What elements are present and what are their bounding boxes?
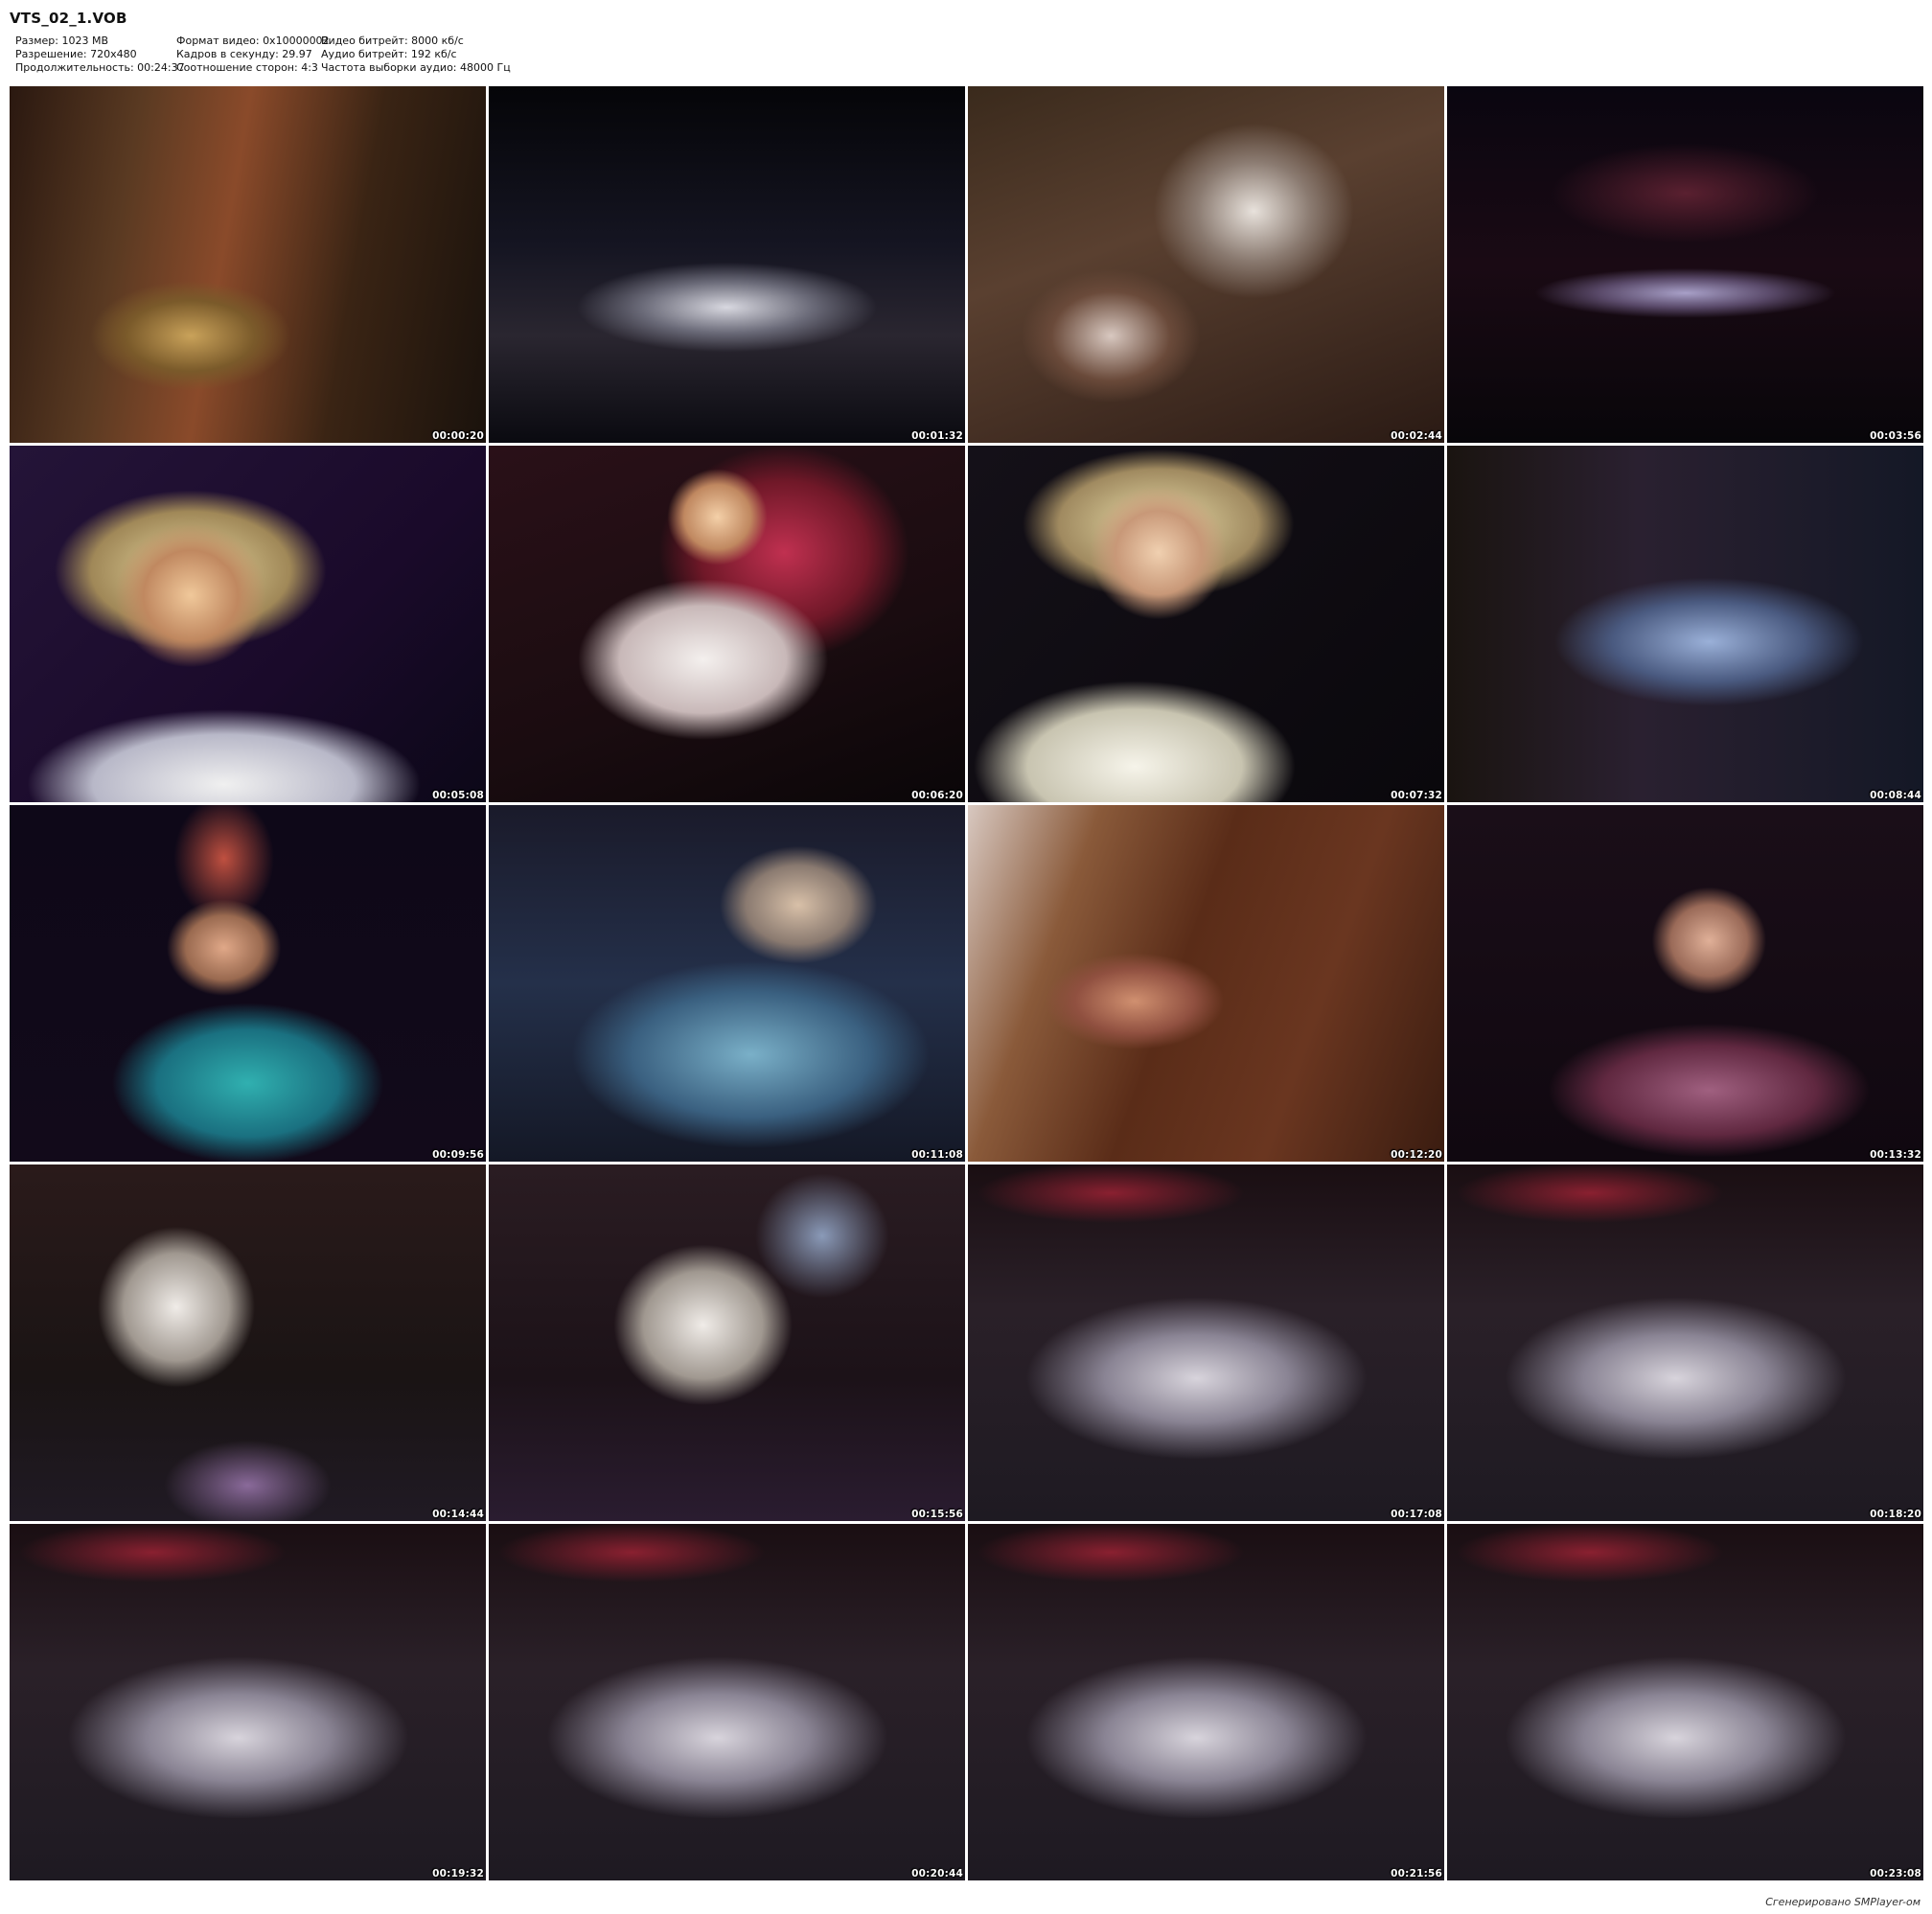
frame-image [968, 446, 1444, 802]
video-frame-thumbnail: 00:13:32 [1447, 805, 1923, 1162]
frame-timestamp: 00:03:56 [1870, 430, 1921, 442]
video-frame-thumbnail: 00:09:56 [10, 805, 486, 1162]
frame-timestamp: 00:13:32 [1870, 1149, 1921, 1161]
frame-timestamp: 00:09:56 [432, 1149, 484, 1161]
file-title: VTS_02_1.VOB [10, 10, 127, 27]
info-aspect-ratio: Соотношение сторон: 4:3 [176, 61, 318, 75]
frame-image [10, 86, 486, 443]
frame-image [968, 1165, 1444, 1521]
video-frame-thumbnail: 00:20:44 [489, 1524, 965, 1880]
frame-timestamp: 00:02:44 [1391, 430, 1442, 442]
info-video-bitrate: Видео битрейт: 8000 кб/с [321, 35, 464, 47]
info-audio-bitrate: Аудио битрейт: 192 кб/с [321, 48, 457, 61]
info-audio-samplerate: Частота выборки аудио: 48000 Гц [321, 61, 511, 75]
frame-timestamp: 00:00:20 [432, 430, 484, 442]
frame-image [1447, 86, 1923, 443]
frame-timestamp: 00:12:20 [1391, 1149, 1442, 1161]
frame-image [10, 446, 486, 802]
frame-timestamp: 00:05:08 [432, 790, 484, 801]
video-frame-thumbnail: 00:07:32 [968, 446, 1444, 802]
video-frame-thumbnail: 00:06:20 [489, 446, 965, 802]
video-frame-thumbnail: 00:00:20 [10, 86, 486, 443]
info-column-video: Формат видео: 0x10000002 Кадров в секунд… [176, 35, 330, 76]
info-video-format: Формат видео: 0x10000002 [176, 35, 330, 47]
frame-image [968, 86, 1444, 443]
video-frame-thumbnail: 00:08:44 [1447, 446, 1923, 802]
frame-timestamp: 00:11:08 [911, 1149, 963, 1161]
video-frame-thumbnail: 00:03:56 [1447, 86, 1923, 443]
media-info-header: VTS_02_1.VOB Размер: 1023 MB Разрешение:… [10, 8, 1917, 86]
frame-timestamp: 00:06:20 [911, 790, 963, 801]
info-column-bitrate: Видео битрейт: 8000 кб/с Аудио битрейт: … [321, 35, 511, 76]
frame-image [489, 86, 965, 443]
info-resolution: Разрешение: 720x480 [15, 48, 137, 61]
generator-credit: Сгенерировано SMPlayer-ом [1765, 1896, 1920, 1908]
frame-image [1447, 1165, 1923, 1521]
video-frame-thumbnail: 00:19:32 [10, 1524, 486, 1880]
frame-timestamp: 00:15:56 [911, 1509, 963, 1520]
frame-timestamp: 00:17:08 [1391, 1509, 1442, 1520]
frame-image [10, 805, 486, 1162]
frame-image [10, 1524, 486, 1880]
frame-timestamp: 00:01:32 [911, 430, 963, 442]
frame-timestamp: 00:14:44 [432, 1509, 484, 1520]
info-duration: Продолжительность: 00:24:37 [15, 61, 185, 75]
video-frame-thumbnail: 00:17:08 [968, 1165, 1444, 1521]
video-frame-thumbnail: 00:21:56 [968, 1524, 1444, 1880]
frame-image [489, 805, 965, 1162]
frame-image [489, 446, 965, 802]
frame-timestamp: 00:08:44 [1870, 790, 1921, 801]
frame-image [1447, 805, 1923, 1162]
frame-image [1447, 1524, 1923, 1880]
frame-image [968, 1524, 1444, 1880]
frame-image [10, 1165, 486, 1521]
frame-image [1447, 446, 1923, 802]
video-frame-thumbnail: 00:15:56 [489, 1165, 965, 1521]
video-frame-thumbnail: 00:12:20 [968, 805, 1444, 1162]
info-fps: Кадров в секунду: 29.97 [176, 48, 312, 61]
frame-timestamp: 00:23:08 [1870, 1868, 1921, 1879]
video-frame-thumbnail: 00:01:32 [489, 86, 965, 443]
frame-image [489, 1165, 965, 1521]
video-frame-thumbnail: 00:05:08 [10, 446, 486, 802]
frame-image [968, 805, 1444, 1162]
info-column-general: Размер: 1023 MB Разрешение: 720x480 Прод… [15, 35, 185, 76]
video-frame-thumbnail: 00:11:08 [489, 805, 965, 1162]
video-frame-thumbnail: 00:14:44 [10, 1165, 486, 1521]
frame-image [489, 1524, 965, 1880]
video-frame-thumbnail: 00:23:08 [1447, 1524, 1923, 1880]
frame-timestamp: 00:21:56 [1391, 1868, 1442, 1879]
frame-timestamp: 00:19:32 [432, 1868, 484, 1879]
frame-timestamp: 00:20:44 [911, 1868, 963, 1879]
video-frame-thumbnail: 00:18:20 [1447, 1165, 1923, 1521]
video-frame-thumbnail: 00:02:44 [968, 86, 1444, 443]
thumbnail-grid: 00:00:20 00:01:32 00:02:44 00:03:56 00:05:08… [0, 86, 1932, 1888]
info-size: Размер: 1023 MB [15, 35, 109, 47]
frame-timestamp: 00:18:20 [1870, 1509, 1921, 1520]
frame-timestamp: 00:07:32 [1391, 790, 1442, 801]
